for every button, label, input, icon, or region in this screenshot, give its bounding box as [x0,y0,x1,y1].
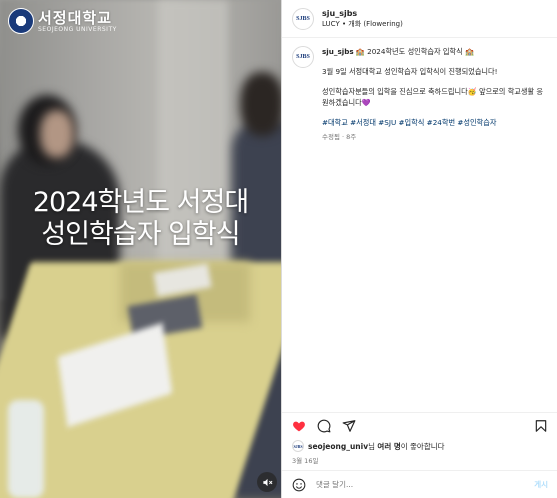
bookmark-icon [535,419,547,432]
share-button[interactable] [341,418,357,434]
caption-hashtags[interactable]: #대학교 #서정대 #SJU #입학식 #24학번 #성인학습자 [322,117,547,128]
avatar[interactable]: SJBS [292,7,314,30]
comment-input[interactable] [316,480,535,489]
post-actions [282,412,557,438]
post-header: SJBS sju_sjbs LUCY • 개화 (Flowering) [282,0,557,38]
video-pillar [158,0,228,300]
likes-suffix: 이 좋아합니다 [400,441,445,451]
likes-others-link[interactable]: 여러 명 [377,442,400,451]
send-icon [342,419,356,432]
caption-line1: 3월 9일 서정대학교 성인학습자 입학식이 진행되었습니다! [322,67,498,76]
likes-text: seojeong_univ님 여러 명이 좋아합니다 [308,441,445,452]
post-date[interactable]: 3월 16일 [292,455,318,465]
mute-button[interactable] [257,472,277,492]
video-person-right-head [240,72,281,136]
liker-username[interactable]: seojeong_univ [308,442,368,451]
video-person-left-face [40,110,74,158]
caption-line2: 성인학습자분들의 입학을 진심으로 축하드립니다🥳 앞으로의 학교생활 응원하겠… [322,87,544,107]
university-logo-name: 서정대학교 [38,8,113,27]
video-overlay-title: 2024학년도 서정대 성인학습자 입학식 [0,187,281,251]
smiley-icon[interactable] [292,478,306,492]
speaker-muted-icon [262,478,272,486]
like-button[interactable] [291,418,307,434]
liker-avatar[interactable]: SJBS [292,440,304,452]
caption-username[interactable]: sju_sjbs [322,47,354,56]
caption-title-line: sju_sjbs 🏫 2024학년도 성인학습자 입학식 🏫 [322,46,547,57]
university-logo-subtitle: SEOJEONG UNIVERSITY [38,25,117,33]
post-audio-label[interactable]: LUCY • 개화 (Flowering) [322,19,403,29]
post-comment-button[interactable]: 게시 [534,479,548,490]
caption-meta: 수정됨 · 8주 [322,133,357,141]
heart-filled-icon [293,421,305,431]
likes-summary: SJBS seojeong_univ님 여러 명이 좋아합니다 [292,440,445,452]
post-header-text: sju_sjbs LUCY • 개화 (Flowering) [322,8,403,29]
comment-button[interactable] [316,418,332,434]
university-emblem-icon [8,8,34,34]
video-overlay-title-line1: 2024학년도 서정대 [32,187,249,218]
post-video[interactable]: 서정대학교 SEOJEONG UNIVERSITY 2024학년도 서정대 성인… [0,0,281,498]
university-logo: 서정대학교 SEOJEONG UNIVERSITY [8,8,117,34]
caption-avatar[interactable]: SJBS [292,46,314,68]
university-logo-text: 서정대학교 SEOJEONG UNIVERSITY [38,10,117,33]
post-caption: SJBS sju_sjbs 🏫 2024학년도 성인학습자 입학식 🏫 3월 9… [282,38,557,143]
video-bottle [8,400,44,498]
comment-icon [317,419,331,432]
caption-body: sju_sjbs 🏫 2024학년도 성인학습자 입학식 🏫 3월 9일 서정대… [322,46,547,143]
video-overlay-title-line2: 성인학습자 입학식 [41,219,240,250]
post-details-panel: SJBS sju_sjbs LUCY • 개화 (Flowering) SJBS… [281,0,557,498]
comment-bar: 게시 [282,470,557,498]
post-author-username[interactable]: sju_sjbs [322,8,403,19]
post-viewer: 서정대학교 SEOJEONG UNIVERSITY 2024학년도 서정대 성인… [0,0,557,498]
caption-title: 🏫 2024학년도 성인학습자 입학식 🏫 [355,47,474,56]
save-button[interactable] [533,418,549,434]
